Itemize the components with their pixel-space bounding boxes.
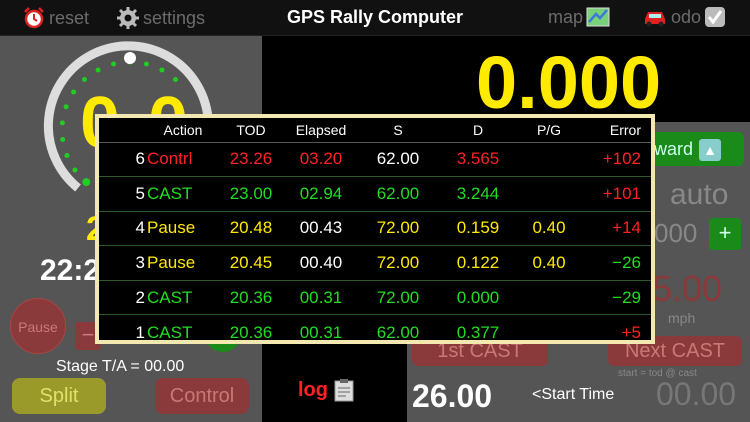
- row-d: 0.159: [437, 211, 519, 247]
- row-s: 62.00: [359, 142, 437, 178]
- header-index: [99, 118, 147, 143]
- row-pg: [519, 315, 579, 350]
- row-index: 3: [99, 245, 147, 281]
- row-tod: 20.36: [219, 280, 283, 316]
- map-button[interactable]: map: [548, 6, 610, 28]
- row-elapsed: 02.94: [283, 176, 359, 212]
- start-time-value: 00.00: [656, 376, 737, 412]
- row-d: 0.000: [437, 280, 519, 316]
- row-s: 62.00: [376, 322, 420, 342]
- header-s: S: [359, 118, 437, 143]
- row-index: 2: [99, 280, 147, 316]
- header-d: D: [437, 118, 519, 143]
- row-s: 62.00: [359, 176, 437, 212]
- log-button[interactable]: log: [298, 378, 354, 402]
- row-d: 3.244: [437, 176, 519, 212]
- clipboard-icon: [334, 379, 354, 402]
- row-s: 72.00: [359, 280, 437, 316]
- row-elapsed: 00.40: [283, 245, 359, 281]
- log-panel: Action TOD Elapsed S D P/G Error 6 Contrl…: [95, 114, 655, 344]
- row-error: +14: [579, 211, 651, 247]
- forward-button[interactable]: ward ▲: [648, 132, 744, 166]
- row-tod: 20.45: [219, 245, 283, 281]
- log-row[interactable]: 2 CAST 20.36 00.31 72.00 0.000 −29: [99, 280, 651, 316]
- row-pg: [519, 142, 579, 178]
- row-error: +5: [621, 322, 641, 342]
- speed-value: 5.00: [652, 268, 723, 309]
- row-elapsed: 03.20: [283, 142, 359, 178]
- split-button[interactable]: Split: [12, 378, 106, 414]
- pause-button[interactable]: Pause: [10, 298, 66, 354]
- map-icon: [586, 7, 610, 27]
- row-pg: [519, 280, 579, 316]
- start-time-label: <Start Time: [532, 386, 615, 403]
- clock: 22:2: [40, 254, 101, 287]
- row-index: 4: [99, 211, 147, 247]
- row-pg: 0.40: [519, 245, 579, 281]
- log-row[interactable]: 4 Pause 20.48 00.43 72.00 0.159 0.40 +14: [99, 211, 651, 247]
- row-error: +101: [579, 176, 651, 212]
- log-row[interactable]: 6 Contrl 23.26 03.20 62.00 3.565 +102: [99, 142, 651, 178]
- row-action: Pause: [147, 245, 219, 281]
- row-index: 5: [99, 176, 147, 212]
- row-tod: 23.00: [219, 176, 283, 212]
- log-header-row: Action TOD Elapsed S D P/G Error: [99, 118, 651, 143]
- odometer-value: 0.000: [476, 41, 662, 124]
- row-d: 0.377: [456, 322, 500, 342]
- speed-unit: mph: [668, 310, 696, 326]
- forward-label: ward: [654, 139, 694, 159]
- row-tod: 20.48: [219, 211, 283, 247]
- row-action: Contrl: [147, 142, 219, 178]
- row-action: Pause: [147, 211, 219, 247]
- row-error: −26: [579, 245, 651, 281]
- header-error: Error: [579, 118, 651, 143]
- header-pg: P/G: [519, 118, 579, 143]
- log-row[interactable]: 3 Pause 20.45 00.40 72.00 0.122 0.40 −26: [99, 245, 651, 281]
- header-elapsed: Elapsed: [283, 118, 359, 143]
- start-value: 26.00: [412, 378, 493, 414]
- row-action: CAST: [147, 280, 219, 316]
- stage-ta-readout: Stage T/A = 00.00: [56, 358, 185, 375]
- log-row[interactable]: 5 CAST 23.00 02.94 62.00 3.244 +101: [99, 176, 651, 212]
- row-index: 1: [135, 322, 145, 342]
- row-s: 72.00: [359, 245, 437, 281]
- row-action: CAST: [147, 176, 219, 212]
- map-label: map: [548, 6, 584, 27]
- row-error: −29: [579, 280, 651, 316]
- row-d: 3.565: [437, 142, 519, 178]
- top-bar: reset settings GPS Rally Computer map od…: [0, 0, 750, 36]
- row-tod: 20.36: [229, 322, 273, 342]
- header-tod: TOD: [219, 118, 283, 143]
- row-d: 0.122: [437, 245, 519, 281]
- row-s: 72.00: [359, 211, 437, 247]
- row-elapsed: 00.43: [283, 211, 359, 247]
- row-tod: 23.26: [219, 142, 283, 178]
- app-title: GPS Rally Computer: [286, 7, 464, 27]
- plus-button[interactable]: +: [709, 218, 741, 250]
- control-button[interactable]: Control: [155, 378, 249, 414]
- log-label: log: [298, 378, 328, 401]
- row-action: CAST: [147, 322, 193, 342]
- row-pg: 0.40: [519, 211, 579, 247]
- log-row[interactable]: 1 CAST 20.36 00.31 62.00 0.377 +5: [99, 315, 651, 350]
- row-pg: [519, 176, 579, 212]
- row-error: +102: [579, 142, 651, 178]
- auto-label[interactable]: auto: [670, 178, 728, 212]
- car-icon: [645, 12, 665, 27]
- row-elapsed: 00.31: [283, 280, 359, 316]
- odo-button[interactable]: odo: [642, 6, 726, 28]
- row-index: 6: [99, 142, 147, 178]
- checkbox-checked-icon[interactable]: [704, 6, 726, 28]
- counter-value: 000: [654, 218, 698, 248]
- log-table: Action TOD Elapsed S D P/G Error 6 Contrl…: [99, 118, 651, 350]
- row-elapsed: 00.31: [299, 322, 343, 342]
- odo-label: odo: [671, 6, 702, 27]
- arrow-up-icon: ▲: [699, 139, 722, 162]
- header-action: Action: [147, 118, 219, 143]
